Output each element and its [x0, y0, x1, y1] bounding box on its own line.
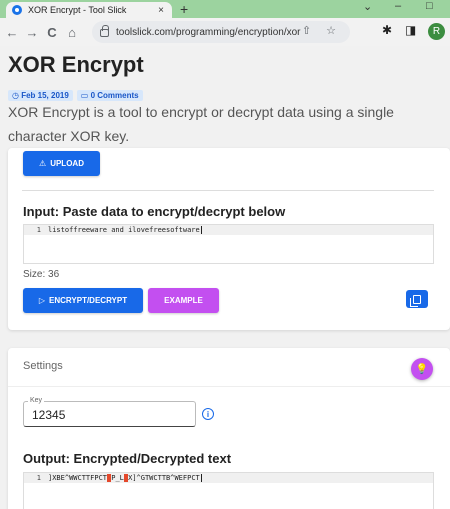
browser-toolbar: ← → C ⌂ toolslick.com/programming/encryp…	[0, 18, 450, 46]
page-title: XOR Encrypt	[8, 52, 144, 77]
side-panel-icon[interactable]: ◨	[405, 23, 416, 37]
reload-button[interactable]: C	[42, 25, 62, 40]
lock-icon	[100, 25, 109, 37]
comments-text: 0 Comments	[90, 91, 139, 100]
key-label: Key	[28, 397, 45, 404]
input-line-number: 1	[36, 226, 41, 234]
extensions-puzzle-icon[interactable]: ✱	[382, 23, 392, 37]
lightbulb-tip-button[interactable]: 💡	[411, 358, 433, 380]
input-text: listoffreeware and ilovefreesoftware	[48, 226, 200, 234]
tab-search-chevron-icon[interactable]: ⌄	[363, 0, 372, 13]
url-text: toolslick.com/programming/encryption/xor	[116, 26, 301, 38]
info-icon[interactable]: i	[202, 408, 214, 420]
address-bar[interactable]: toolslick.com/programming/encryption/xor…	[92, 21, 350, 43]
browser-tab[interactable]: XOR Encrypt - Tool Slick ×	[6, 2, 172, 18]
text-cursor	[200, 474, 202, 482]
output-text: ]XBE^WWCTTFPCT P_L X]^GTWCTTB^WEFPCT	[48, 474, 200, 482]
maximize-button[interactable]: □	[426, 0, 433, 12]
key-input[interactable]: Key 12345	[23, 397, 196, 427]
new-tab-button[interactable]: +	[180, 1, 188, 17]
input-heading: Input: Paste data to encrypt/decrypt bel…	[23, 204, 286, 219]
output-editor-line: 1 ]XBE^WWCTTFPCT P_L X]^GTWCTTB^WEFPCT	[24, 473, 433, 483]
page-content: XOR Encrypt ◷ Feb 15, 2019 ▭ 0 Comments …	[0, 46, 450, 509]
output-heading: Output: Encrypted/Decrypted text	[23, 451, 232, 466]
play-icon: ▷	[38, 296, 46, 305]
input-editor[interactable]: 1 listoffreeware and ilovefreesoftware	[23, 224, 434, 264]
tab-close-icon[interactable]: ×	[154, 5, 168, 16]
output-segment: P_L	[111, 474, 124, 482]
settings-label: Settings	[23, 360, 63, 372]
back-button[interactable]: ←	[2, 25, 22, 40]
text-cursor	[200, 226, 202, 234]
output-line-number: 1	[36, 474, 41, 482]
upload-button[interactable]: ⚠ UPLOAD	[23, 151, 100, 176]
output-segment: ]XBE^WWCTTFPCT	[48, 474, 108, 482]
copy-icon	[410, 294, 421, 307]
output-segment: X]^GTWCTTB^WEFPCT	[128, 474, 200, 482]
browser-tab-strip: XOR Encrypt - Tool Slick × + ⌄ – □	[0, 0, 450, 18]
tab-title: XOR Encrypt - Tool Slick	[28, 5, 127, 15]
upload-icon: ⚠	[39, 159, 47, 168]
encrypt-decrypt-button[interactable]: ▷ ENCRYPT/DECRYPT	[23, 288, 143, 313]
input-size: Size: 36	[23, 269, 60, 280]
minimize-button[interactable]: –	[395, 0, 401, 12]
input-editor-line: 1 listoffreeware and ilovefreesoftware	[24, 225, 433, 235]
input-card: ⚠ UPLOAD Input: Paste data to encrypt/de…	[8, 148, 450, 330]
forward-button[interactable]: →	[22, 25, 42, 40]
example-button[interactable]: EXAMPLE	[148, 288, 219, 313]
example-label: EXAMPLE	[164, 296, 203, 305]
share-bookmark-icons[interactable]: ⇧ ☆	[302, 24, 342, 37]
output-editor[interactable]: 1 ]XBE^WWCTTFPCT P_L X]^GTWCTTB^WEFPCT	[23, 472, 434, 509]
profile-avatar[interactable]: R	[428, 23, 445, 40]
upload-divider	[22, 190, 434, 191]
copy-input-button[interactable]	[406, 290, 428, 308]
upload-label: UPLOAD	[50, 159, 84, 168]
settings-divider	[8, 386, 450, 387]
encrypt-decrypt-label: ENCRYPT/DECRYPT	[49, 296, 128, 305]
home-button[interactable]: ⌂	[62, 25, 82, 40]
settings-card: Settings 💡 Key 12345 i Output: Encrypted…	[8, 348, 450, 509]
date-text: Feb 15, 2019	[21, 91, 69, 100]
site-favicon-icon	[12, 5, 22, 15]
key-value: 12345	[32, 408, 66, 422]
tool-description: XOR Encrypt is a tool to encrypt or decr…	[8, 104, 394, 144]
